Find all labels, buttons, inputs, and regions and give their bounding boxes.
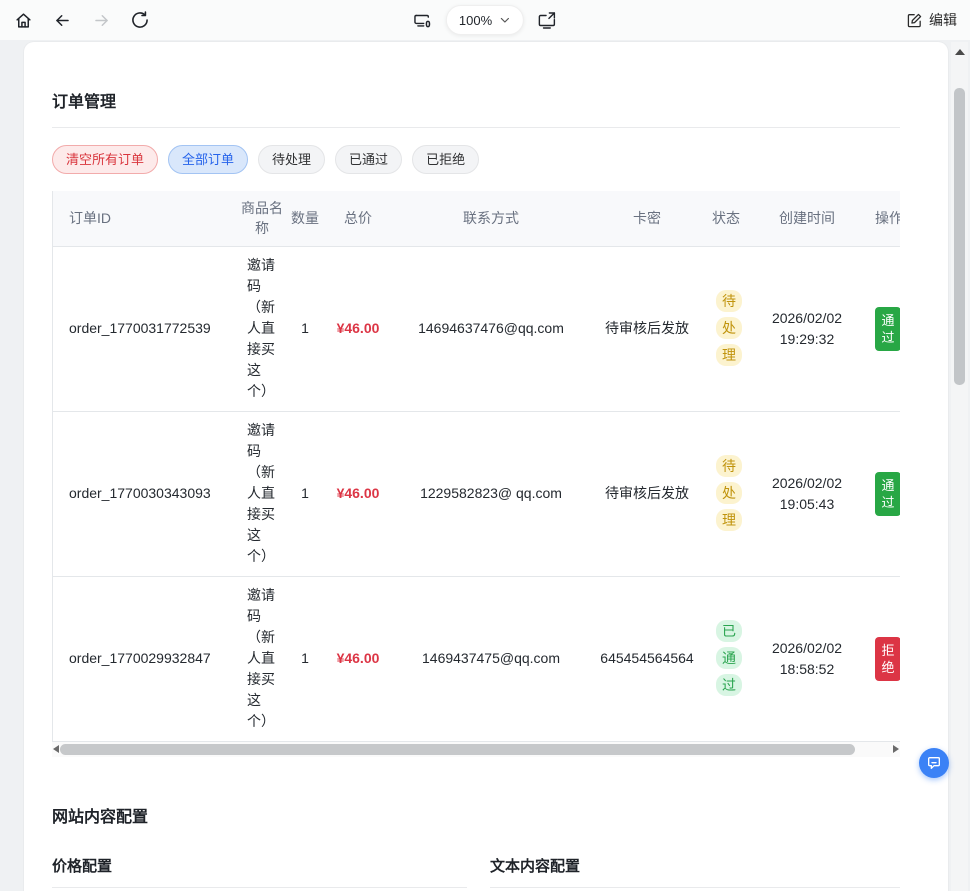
cell-product: 邀请码（新人直接买这个） <box>239 246 285 411</box>
cell-quantity: 1 <box>285 576 325 741</box>
orders-table: 订单ID 商品名称 数量 总价 联系方式 卡密 状态 创建时间 操作 order… <box>53 191 900 742</box>
price-config-divider <box>52 887 467 888</box>
cell-status: 已通过 <box>703 576 749 741</box>
status-badge: 待处理 <box>716 290 742 366</box>
cell-quantity: 1 <box>285 411 325 576</box>
cell-created: 2026/02/02 19:05:43 <box>749 411 865 576</box>
table-row: order_1770030343093 邀请码（新人直接买这个） 1 ¥46.0… <box>53 411 900 576</box>
header-actions: 操作 <box>865 191 900 246</box>
horizontal-scrollbar-thumb[interactable] <box>60 744 855 755</box>
cell-price: ¥46.00 <box>325 576 391 741</box>
svg-text:0: 0 <box>426 20 431 29</box>
zoom-level-dropdown[interactable]: 100% <box>446 5 524 35</box>
filter-rejected-button[interactable]: 已拒绝 <box>412 145 479 174</box>
filter-approved-button[interactable]: 已通过 <box>335 145 402 174</box>
order-filter-bar: 清空所有订单 全部订单 待处理 已通过 已拒绝 <box>52 145 900 174</box>
text-config-divider <box>490 887 900 888</box>
header-price: 总价 <box>325 191 391 246</box>
device-preview-icon[interactable]: 0 <box>413 10 433 30</box>
header-order-id: 订单ID <box>53 191 239 246</box>
page-title: 订单管理 <box>52 91 900 115</box>
scroll-left-arrow-icon[interactable] <box>53 745 59 753</box>
cell-actions: 通过 <box>865 411 900 576</box>
cell-price: ¥46.00 <box>325 246 391 411</box>
status-badge: 已通过 <box>716 620 742 696</box>
cell-product: 邀请码（新人直接买这个） <box>239 576 285 741</box>
back-arrow-icon[interactable] <box>52 10 72 30</box>
text-config-column: 文本内容配置 <box>490 856 900 888</box>
header-created: 创建时间 <box>749 191 865 246</box>
title-divider <box>52 127 900 128</box>
text-config-title: 文本内容配置 <box>490 856 900 878</box>
approve-order-button[interactable]: 通过 <box>875 472 900 516</box>
filter-all-orders-button[interactable]: 全部订单 <box>168 145 248 174</box>
cell-contact: 14694637476@qq.com <box>391 246 591 411</box>
cell-card-key: 645454564564 <box>591 576 703 741</box>
config-columns: 价格配置 文本内容配置 <box>52 856 900 888</box>
cell-card-key: 待审核后发放 <box>591 411 703 576</box>
table-header-row: 订单ID 商品名称 数量 总价 联系方式 卡密 状态 创建时间 操作 <box>53 191 900 246</box>
table-row: order_1770029932847 邀请码（新人直接买这个） 1 ¥46.0… <box>53 576 900 741</box>
scroll-up-arrow-icon[interactable] <box>955 49 965 55</box>
edit-pencil-icon <box>906 12 923 29</box>
cell-status: 待处理 <box>703 246 749 411</box>
zoom-level-value: 100% <box>459 13 492 28</box>
chat-bubble-icon <box>926 755 942 771</box>
clear-all-orders-button[interactable]: 清空所有订单 <box>52 145 158 174</box>
chat-fab-button[interactable] <box>919 748 949 778</box>
cell-quantity: 1 <box>285 246 325 411</box>
cell-status: 待处理 <box>703 411 749 576</box>
chevron-down-icon <box>499 14 511 26</box>
refresh-icon[interactable] <box>130 10 150 30</box>
cell-order-id: order_1770029932847 <box>53 576 239 741</box>
cell-created: 2026/02/02 19:29:32 <box>749 246 865 411</box>
price-config-title: 价格配置 <box>52 856 467 878</box>
table-horizontal-scrollbar[interactable] <box>52 742 900 757</box>
home-icon[interactable] <box>13 10 33 30</box>
status-badge: 待处理 <box>716 455 742 531</box>
edit-button-label: 编辑 <box>929 10 957 30</box>
cell-price: ¥46.00 <box>325 411 391 576</box>
reject-order-button[interactable]: 拒绝 <box>875 637 900 681</box>
scroll-right-arrow-icon[interactable] <box>893 745 899 753</box>
header-contact: 联系方式 <box>391 191 591 246</box>
toolbar-nav-group <box>13 10 150 30</box>
site-config-section-title: 网站内容配置 <box>52 806 900 830</box>
main-content-card: 订单管理 清空所有订单 全部订单 待处理 已通过 已拒绝 订单ID 商品名称 数… <box>24 42 948 891</box>
vertical-scrollbar-thumb[interactable] <box>954 88 965 385</box>
cell-card-key: 待审核后发放 <box>591 246 703 411</box>
forward-arrow-icon[interactable] <box>91 10 111 30</box>
header-product: 商品名称 <box>239 191 285 246</box>
header-card-key: 卡密 <box>591 191 703 246</box>
open-in-window-icon[interactable] <box>537 10 557 30</box>
toolbar-view-group: 0 100% <box>413 5 557 35</box>
header-quantity: 数量 <box>285 191 325 246</box>
cell-product: 邀请码（新人直接买这个） <box>239 411 285 576</box>
cell-created: 2026/02/02 18:58:52 <box>749 576 865 741</box>
cell-contact: 1229582823@ qq.com <box>391 411 591 576</box>
edit-button[interactable]: 编辑 <box>906 10 957 30</box>
cell-actions: 拒绝 <box>865 576 900 741</box>
cell-contact: 1469437475@qq.com <box>391 576 591 741</box>
cell-actions: 通过 <box>865 246 900 411</box>
header-status: 状态 <box>703 191 749 246</box>
approve-order-button[interactable]: 通过 <box>875 307 900 351</box>
filter-pending-button[interactable]: 待处理 <box>258 145 325 174</box>
cell-order-id: order_1770031772539 <box>53 246 239 411</box>
price-config-column: 价格配置 <box>52 856 467 888</box>
table-row: order_1770031772539 邀请码（新人直接买这个） 1 ¥46.0… <box>53 246 900 411</box>
top-toolbar: 0 100% 编辑 <box>0 0 970 40</box>
orders-table-container: 订单ID 商品名称 数量 总价 联系方式 卡密 状态 创建时间 操作 order… <box>52 191 900 742</box>
cell-order-id: order_1770030343093 <box>53 411 239 576</box>
page-vertical-scrollbar[interactable] <box>951 42 968 891</box>
